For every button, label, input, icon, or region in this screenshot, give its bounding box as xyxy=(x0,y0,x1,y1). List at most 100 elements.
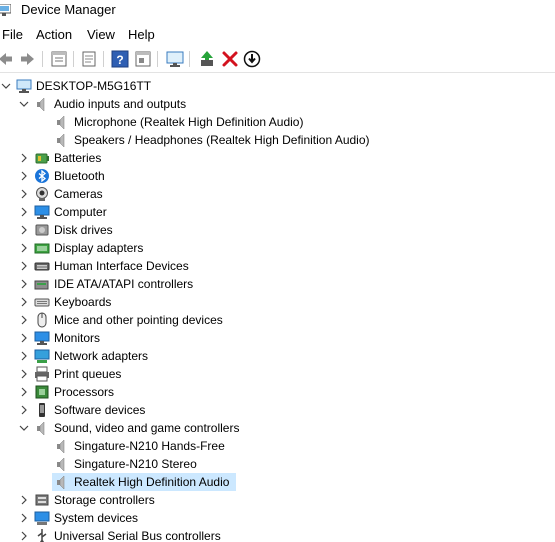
speaker-icon xyxy=(37,421,45,436)
tree-item-storage-controllers[interactable]: Storage controllers xyxy=(0,491,555,509)
menu-view[interactable]: View xyxy=(87,27,115,42)
network-icon xyxy=(34,349,50,363)
tree-item-processors[interactable]: Processors xyxy=(0,383,555,401)
tree-item-label: Bluetooth xyxy=(54,169,105,183)
tree-item-system-devices[interactable]: System devices xyxy=(0,509,555,527)
tree-item-label: Universal Serial Bus controllers xyxy=(54,529,221,542)
tree-item-label: Audio inputs and outputs xyxy=(54,97,187,111)
mouse-icon xyxy=(37,312,47,328)
menu-help[interactable]: Help xyxy=(128,27,155,42)
expand-chevron-icon[interactable] xyxy=(18,242,30,254)
processor-icon xyxy=(35,385,49,399)
collapse-chevron-icon[interactable] xyxy=(0,80,12,92)
expand-chevron-icon[interactable] xyxy=(18,206,30,218)
tree-item-label: Monitors xyxy=(54,331,101,345)
tree-item-universal-serial-bus-controllers[interactable]: Universal Serial Bus controllers xyxy=(0,527,555,542)
software-icon xyxy=(39,403,45,417)
menu-bar: File Action View Help xyxy=(0,24,555,44)
tree-item-label: Singature-N210 Stereo xyxy=(74,457,197,471)
device-tree[interactable]: DESKTOP-M5G16TT Audio inputs and outputs M… xyxy=(0,77,555,542)
properties-pane-icon[interactable] xyxy=(50,50,68,68)
tree-item-network-adapters[interactable]: Network adapters xyxy=(0,347,555,365)
battery-icon xyxy=(35,153,49,164)
tree-item-monitors[interactable]: Monitors xyxy=(0,329,555,347)
tree-item-print-queues[interactable]: Print queues xyxy=(0,365,555,383)
tree-item-label: Singature-N210 Hands-Free xyxy=(74,439,225,453)
tree-item-label: Print queues xyxy=(54,367,122,381)
print-icon xyxy=(35,366,49,382)
expand-chevron-icon[interactable] xyxy=(18,260,30,272)
collapse-chevron-icon[interactable] xyxy=(18,422,30,434)
tree-item-label: Sound, video and game controllers xyxy=(54,421,240,435)
expand-chevron-icon[interactable] xyxy=(18,188,30,200)
update-driver-icon[interactable] xyxy=(198,50,216,68)
expand-chevron-icon[interactable] xyxy=(18,224,30,236)
tree-item-label: Human Interface Devices xyxy=(54,259,189,273)
toolbar-separator xyxy=(73,51,74,67)
tree-item-display-adapters[interactable]: Display adapters xyxy=(0,239,555,257)
expand-chevron-icon[interactable] xyxy=(18,296,30,308)
system-icon xyxy=(34,511,50,525)
usb-icon xyxy=(37,529,47,542)
tree-item-label: Mice and other pointing devices xyxy=(54,313,223,327)
tree-item-label: Microphone (Realtek High Definition Audi… xyxy=(74,115,304,129)
tree-item-ide-ata-atapi-controllers[interactable]: IDE ATA/ATAPI controllers xyxy=(0,275,555,293)
speaker-icon xyxy=(57,457,65,472)
tree-item-singature-n210-hands-free[interactable]: Singature-N210 Hands-Free xyxy=(0,437,555,455)
toolbar-separator xyxy=(42,51,43,67)
tree-item-label: Cameras xyxy=(54,187,103,201)
properties-icon[interactable] xyxy=(80,50,98,68)
tree-root[interactable]: DESKTOP-M5G16TT xyxy=(0,77,555,95)
collapse-chevron-icon[interactable] xyxy=(18,98,30,110)
tree-item-bluetooth[interactable]: Bluetooth xyxy=(0,167,555,185)
tree-item-keyboards[interactable]: Keyboards xyxy=(0,293,555,311)
tree-item-microphone-realtek-high-definition-audio[interactable]: Microphone (Realtek High Definition Audi… xyxy=(0,113,555,131)
expand-chevron-icon[interactable] xyxy=(18,152,30,164)
expand-chevron-icon[interactable] xyxy=(18,386,30,398)
menu-action[interactable]: Action xyxy=(36,27,72,42)
speaker-icon xyxy=(57,475,65,490)
expand-chevron-icon[interactable] xyxy=(18,332,30,344)
expand-chevron-icon[interactable] xyxy=(18,494,30,506)
expand-chevron-icon[interactable] xyxy=(18,314,30,326)
expand-chevron-icon[interactable] xyxy=(18,404,30,416)
tree-item-cameras[interactable]: Cameras xyxy=(0,185,555,203)
expand-chevron-icon[interactable] xyxy=(18,368,30,380)
tree-item-software-devices[interactable]: Software devices xyxy=(0,401,555,419)
expand-chevron-icon[interactable] xyxy=(18,350,30,362)
tree-item-speakers-headphones-realtek-high-definition-audio[interactable]: Speakers / Headphones (Realtek High Defi… xyxy=(0,131,555,149)
hid-icon xyxy=(34,262,50,271)
tree-item-sound-video-and-game-controllers[interactable]: Sound, video and game controllers xyxy=(0,419,555,437)
tree-item-realtek-high-definition-audio[interactable]: Realtek High Definition Audio xyxy=(0,473,555,491)
computer-icon xyxy=(34,205,50,219)
toolbar: ? xyxy=(0,46,555,73)
help-icon[interactable]: ? xyxy=(111,50,129,68)
uninstall-icon[interactable] xyxy=(221,50,239,68)
expand-chevron-icon[interactable] xyxy=(18,512,30,524)
tree-item-human-interface-devices[interactable]: Human Interface Devices xyxy=(0,257,555,275)
ide-icon xyxy=(34,280,49,290)
device-manager-app-icon xyxy=(0,4,11,16)
monitor-icon xyxy=(34,331,50,345)
display-icon xyxy=(34,243,50,254)
back-icon[interactable] xyxy=(0,50,14,68)
tree-item-label: Realtek High Definition Audio xyxy=(74,475,230,489)
tree-item-singature-n210-stereo[interactable]: Singature-N210 Stereo xyxy=(0,455,555,473)
tree-item-batteries[interactable]: Batteries xyxy=(0,149,555,167)
tree-item-computer[interactable]: Computer xyxy=(0,203,555,221)
monitor-scan-icon[interactable] xyxy=(166,50,184,68)
disk-icon xyxy=(35,224,49,236)
toolbar-separator xyxy=(189,51,190,67)
view-pane-icon[interactable] xyxy=(134,50,152,68)
expand-chevron-icon[interactable] xyxy=(18,530,30,542)
disable-device-icon[interactable] xyxy=(243,50,261,68)
tree-item-disk-drives[interactable]: Disk drives xyxy=(0,221,555,239)
menu-file[interactable]: File xyxy=(2,27,23,42)
expand-chevron-icon[interactable] xyxy=(18,278,30,290)
window-title: Device Manager xyxy=(21,2,116,17)
expand-chevron-icon[interactable] xyxy=(18,170,30,182)
tree-item-audio-inputs-and-outputs[interactable]: Audio inputs and outputs xyxy=(0,95,555,113)
tree-item-mice-and-other-pointing-devices[interactable]: Mice and other pointing devices xyxy=(0,311,555,329)
forward-icon[interactable] xyxy=(19,50,37,68)
tree-item-label: Network adapters xyxy=(54,349,149,363)
